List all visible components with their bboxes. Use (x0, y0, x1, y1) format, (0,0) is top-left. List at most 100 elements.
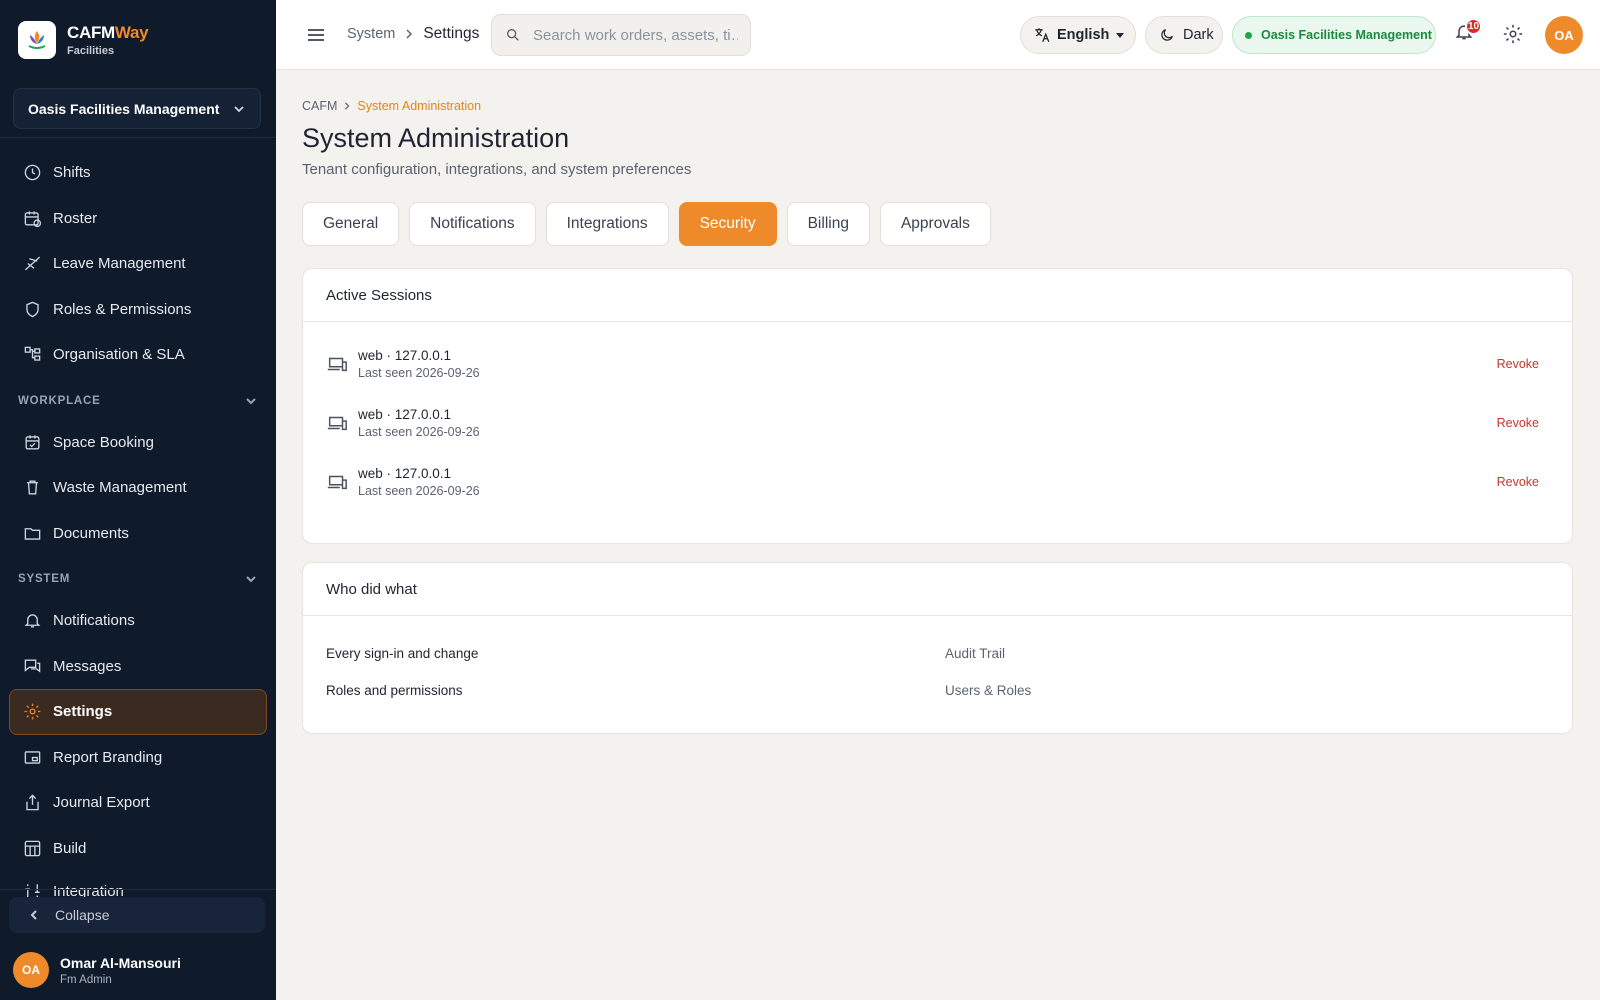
gear-icon (1503, 24, 1523, 44)
hamburger-menu-icon[interactable] (304, 23, 328, 47)
sidebar-item-organisation-sla[interactable]: Organisation & SLA (0, 332, 276, 378)
folder-icon (24, 527, 41, 540)
devices-icon (327, 475, 347, 490)
tenant-name: Oasis Facilities Management (1261, 28, 1432, 42)
notification-count-badge: 10 (1465, 18, 1482, 35)
breadcrumb-current: System Administration (357, 99, 482, 113)
bell-icon (24, 614, 41, 628)
calendar-check-icon (25, 435, 40, 450)
chevron-left-icon (30, 910, 37, 920)
audit-trail-link[interactable]: Audit Trail (945, 646, 1005, 661)
session-last-seen: Last seen 2026-09-26 (358, 484, 480, 498)
chevron-right-icon (406, 29, 413, 39)
sidebar-item-label: Space Booking (53, 433, 154, 451)
collapse-sidebar-button[interactable]: Collapse (9, 897, 265, 933)
sidebar-item-leave-management[interactable]: Leave Management (0, 241, 276, 287)
sidebar-item-messages[interactable]: Messages (0, 644, 276, 690)
chevron-right-icon (345, 102, 350, 110)
sidebar-section-workplace[interactable]: WORKPLACE (0, 382, 276, 420)
devices-icon (327, 357, 347, 372)
session-title: web · 127.0.0.1 (358, 466, 452, 481)
sidebar-nav: Shifts Roster Leave Management Roles & P… (0, 150, 276, 911)
theme-label: Dark (1183, 27, 1214, 43)
sidebar-item-label: Roles & Permissions (53, 300, 192, 318)
sidebar-item-label: Organisation & SLA (53, 346, 185, 364)
sidebar-section-system[interactable]: SYSTEM (0, 560, 276, 598)
session-row: web · 127.0.0.1 Last seen 2026-09-26 Rev… (326, 462, 1551, 502)
sidebar-item-label: Build (53, 839, 87, 857)
moon-icon (1161, 29, 1173, 41)
brand-name: CAFMWay (67, 23, 149, 42)
sidebar-item-build[interactable]: Build (0, 826, 276, 872)
brand-subtitle: Facilities (67, 45, 115, 57)
grid-icon (24, 840, 41, 857)
sidebar-item-label: Report Branding (53, 748, 163, 766)
chevron-down-icon (246, 397, 256, 404)
revoke-session-button[interactable]: Revoke (1497, 475, 1539, 489)
avatar: OA (13, 952, 49, 988)
sidebar-item-settings[interactable]: Settings (9, 689, 267, 735)
sidebar-item-report-branding[interactable]: Report Branding (0, 735, 276, 781)
translate-icon (1035, 28, 1050, 42)
sidebar-item-shifts[interactable]: Shifts (0, 150, 276, 196)
sidebar-item-roles-permissions[interactable]: Roles & Permissions (0, 287, 276, 333)
sidebar-item-waste-management[interactable]: Waste Management (0, 465, 276, 511)
page-title: System Administration (302, 123, 570, 153)
users-roles-link[interactable]: Users & Roles (945, 683, 1031, 698)
tab-billing[interactable]: Billing (786, 202, 870, 246)
sidebar-item-label: Documents (53, 524, 129, 542)
tab-security[interactable]: Security (678, 202, 777, 246)
theme-toggle[interactable]: Dark (1145, 16, 1223, 54)
devices-icon (327, 416, 347, 431)
settings-button[interactable] (1502, 23, 1524, 45)
plane-icon (24, 256, 41, 271)
active-sessions-card: Active Sessions web · 127.0.0.1 Last see… (302, 268, 1573, 544)
sidebar-item-label: Settings (53, 703, 113, 721)
notifications-button[interactable]: 10 (1454, 18, 1482, 48)
page-breadcrumb: CAFM System Administration (302, 99, 481, 113)
org-chart-icon (24, 346, 41, 361)
language-value: English (1057, 27, 1110, 43)
tab-notifications[interactable]: Notifications (409, 202, 536, 246)
user-avatar-button[interactable]: OA (1545, 16, 1583, 54)
tab-general[interactable]: General (302, 202, 400, 246)
org-selector[interactable]: Oasis Facilities Management (13, 88, 261, 129)
tab-approvals[interactable]: Approvals (879, 202, 991, 246)
sidebar-item-space-booking[interactable]: Space Booking (0, 420, 276, 466)
session-last-seen: Last seen 2026-09-26 (358, 425, 480, 439)
breadcrumb-parent[interactable]: System (347, 26, 395, 42)
trash-icon (26, 480, 39, 495)
sidebar-item-documents[interactable]: Documents (0, 511, 276, 557)
card-title: Active Sessions (303, 269, 1572, 322)
revoke-session-button[interactable]: Revoke (1497, 416, 1539, 430)
sidebar-item-label: Shifts (53, 164, 91, 182)
audit-row-label: Roles and permissions (326, 682, 463, 698)
settings-tabs: General Notifications Integrations Secur… (302, 202, 1001, 246)
tenant-badge[interactable]: Oasis Facilities Management (1232, 16, 1436, 54)
sidebar-item-label: Messages (53, 657, 122, 675)
image-frame-icon (24, 751, 41, 764)
language-selector[interactable]: English (1020, 16, 1136, 54)
audit-row: Every sign-in and change Audit Trail (326, 643, 1551, 663)
tab-integrations[interactable]: Integrations (545, 202, 669, 246)
section-label: SYSTEM (18, 573, 71, 585)
search-icon (507, 28, 519, 41)
sidebar-item-journal-export[interactable]: Journal Export (0, 780, 276, 826)
org-selector-value: Oasis Facilities Management (28, 100, 220, 117)
page-subtitle: Tenant configuration, integrations, and … (302, 161, 692, 178)
clock-icon (24, 164, 41, 181)
sidebar-divider (0, 137, 276, 138)
user-profile[interactable]: OA Omar Al-Mansouri Fm Admin (13, 952, 181, 988)
sidebar-item-notifications[interactable]: Notifications (0, 598, 276, 644)
brand[interactable]: CAFMWay Facilities (0, 0, 276, 80)
sidebar-footer-divider (0, 889, 276, 890)
revoke-session-button[interactable]: Revoke (1497, 357, 1539, 371)
chevron-down-icon (246, 576, 256, 583)
session-row: web · 127.0.0.1 Last seen 2026-09-26 Rev… (326, 403, 1551, 443)
global-search[interactable] (491, 14, 751, 56)
breadcrumb-root[interactable]: CAFM (302, 99, 337, 113)
search-input[interactable] (533, 26, 738, 44)
sidebar-item-roster[interactable]: Roster (0, 196, 276, 242)
user-role: Fm Admin (60, 973, 112, 986)
audit-row: Roles and permissions Users & Roles (326, 680, 1551, 700)
